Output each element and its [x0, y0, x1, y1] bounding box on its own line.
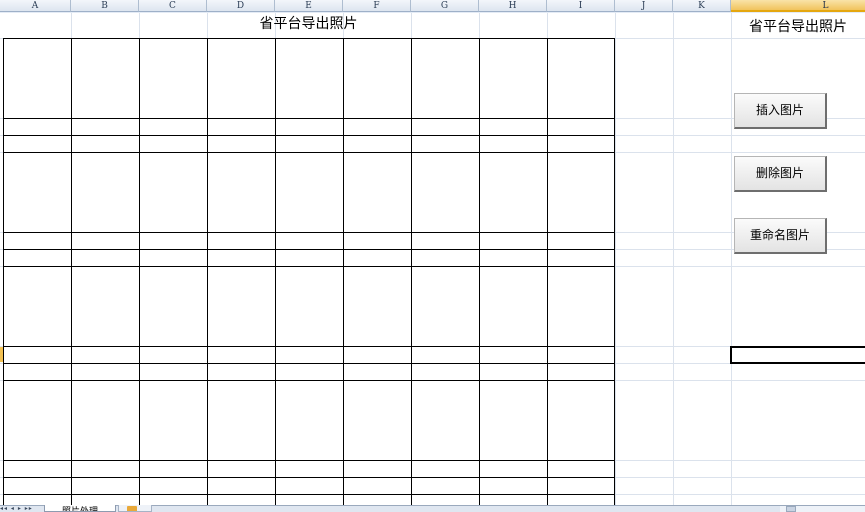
table-border-horizontal [3, 477, 615, 478]
gridline-vertical [673, 13, 674, 505]
table-border-vertical [479, 38, 480, 505]
table-border-horizontal [3, 363, 615, 364]
table-border-horizontal [3, 232, 615, 233]
table-border-horizontal [3, 249, 615, 250]
gridline-vertical [731, 13, 732, 505]
spreadsheet[interactable]: ABCDEFGHIJKL 省平台导出照片 省平台导出照片 插入图片 删除图片 重… [0, 0, 865, 512]
delete-picture-button[interactable]: 删除图片 [734, 156, 827, 192]
column-header-h[interactable]: H [479, 0, 547, 12]
column-header-c[interactable]: C [139, 0, 207, 12]
table-border-vertical [139, 38, 140, 505]
table-border-horizontal [3, 152, 615, 153]
table-border-horizontal [3, 135, 615, 136]
active-cell-selection[interactable] [730, 346, 865, 364]
table-border-vertical [207, 38, 208, 505]
table-border-vertical [3, 38, 4, 505]
table-border-vertical [71, 38, 72, 505]
scrollbar-thumb[interactable] [786, 506, 796, 512]
table-border-vertical [614, 38, 615, 505]
tab-scroll-arrows-icon[interactable]: ◂◂ ◂ ▸ ▸▸ [0, 505, 42, 512]
sheet-title[interactable]: 省平台导出照片 [3, 13, 614, 37]
insert-picture-button[interactable]: 插入图片 [734, 93, 827, 129]
column-header-row: ABCDEFGHIJKL [0, 0, 865, 13]
gridline-vertical [615, 13, 616, 505]
column-header-b[interactable]: B [71, 0, 139, 12]
insert-sheet-icon[interactable] [118, 505, 152, 512]
table-border-horizontal [3, 38, 615, 39]
table-border-horizontal [3, 494, 615, 495]
column-header-g[interactable]: G [411, 0, 479, 12]
table-border-horizontal [3, 346, 615, 347]
rename-picture-button[interactable]: 重命名图片 [734, 218, 827, 254]
table-border-vertical [411, 38, 412, 505]
active-row-indicator [0, 347, 3, 362]
table-border-horizontal [3, 266, 615, 267]
table-border-vertical [275, 38, 276, 505]
sheet-tab-photo-processing[interactable]: 照片处理 [44, 505, 116, 512]
column-header-e[interactable]: E [275, 0, 343, 12]
column-header-i[interactable]: I [547, 0, 615, 12]
side-title[interactable]: 省平台导出照片 [731, 16, 865, 40]
table-border-horizontal [3, 380, 615, 381]
column-header-f[interactable]: F [343, 0, 411, 12]
column-header-k[interactable]: K [673, 0, 731, 12]
table-border-vertical [547, 38, 548, 505]
table-border-horizontal [3, 118, 615, 119]
table-border-horizontal [3, 460, 615, 461]
column-header-d[interactable]: D [207, 0, 275, 12]
horizontal-scrollbar[interactable] [780, 506, 865, 512]
column-header-j[interactable]: J [615, 0, 673, 12]
table-border-vertical [343, 38, 344, 505]
column-header-a[interactable]: A [0, 0, 71, 12]
column-header-l[interactable]: L [731, 0, 865, 12]
